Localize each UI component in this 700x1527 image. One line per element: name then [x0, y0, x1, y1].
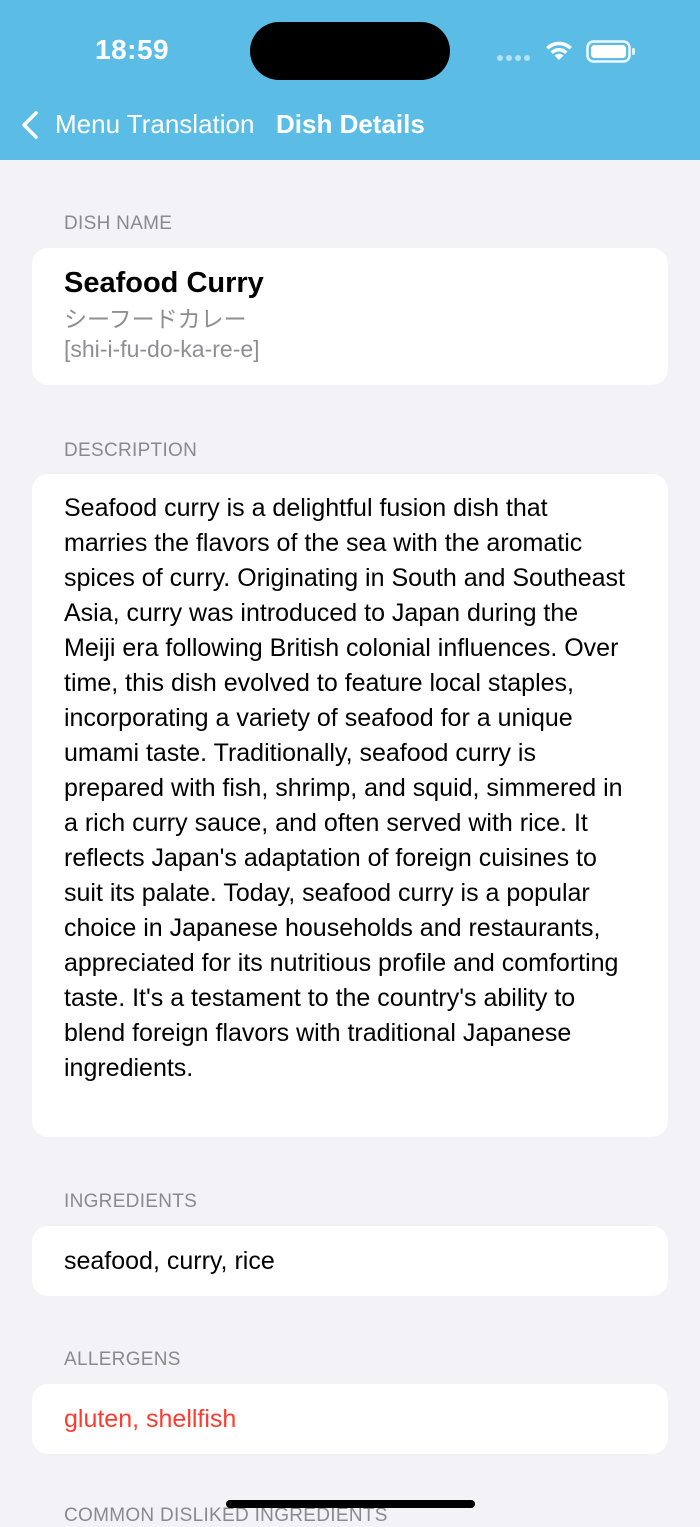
- cellular-signal-icon: [497, 55, 533, 61]
- dish-japanese-name: シーフードカレー: [64, 306, 247, 332]
- ingredients-header: INGREDIENTS: [64, 1191, 198, 1212]
- wifi-icon: [543, 38, 575, 67]
- disliked-ingredients-header: COMMON DISLIKED INGREDIENTS: [64, 1505, 388, 1526]
- battery-icon: [586, 40, 636, 69]
- allergens-card: gluten, shellfish: [32, 1384, 668, 1454]
- back-button[interactable]: Menu Translation: [55, 109, 254, 140]
- ingredients-card: seafood, curry, rice: [32, 1226, 668, 1296]
- description-card: Seafood curry is a delightful fusion dis…: [32, 474, 668, 1137]
- back-chevron-icon[interactable]: [20, 110, 40, 145]
- description-header: DESCRIPTION: [64, 440, 198, 461]
- dish-name-header: DISH NAME: [64, 213, 173, 234]
- dish-name-card: Seafood Curry シーフードカレー [shi-i-fu-do-ka-r…: [32, 248, 668, 385]
- allergens-header: ALLERGENS: [64, 1349, 181, 1370]
- ingredients-text: seafood, curry, rice: [64, 1247, 275, 1275]
- description-text: Seafood curry is a delightful fusion dis…: [64, 494, 625, 1082]
- status-time: 18:59: [95, 34, 170, 65]
- page-title: Dish Details: [276, 109, 425, 139]
- dynamic-island: [250, 22, 450, 80]
- home-indicator: [226, 1500, 475, 1508]
- dish-name: Seafood Curry: [64, 267, 264, 299]
- navigation-bar: 18:59 Menu Translation Dish Details: [0, 0, 700, 160]
- allergens-text: gluten, shellfish: [64, 1405, 237, 1433]
- dish-romaji: [shi-i-fu-do-ka-re-e]: [64, 336, 260, 362]
